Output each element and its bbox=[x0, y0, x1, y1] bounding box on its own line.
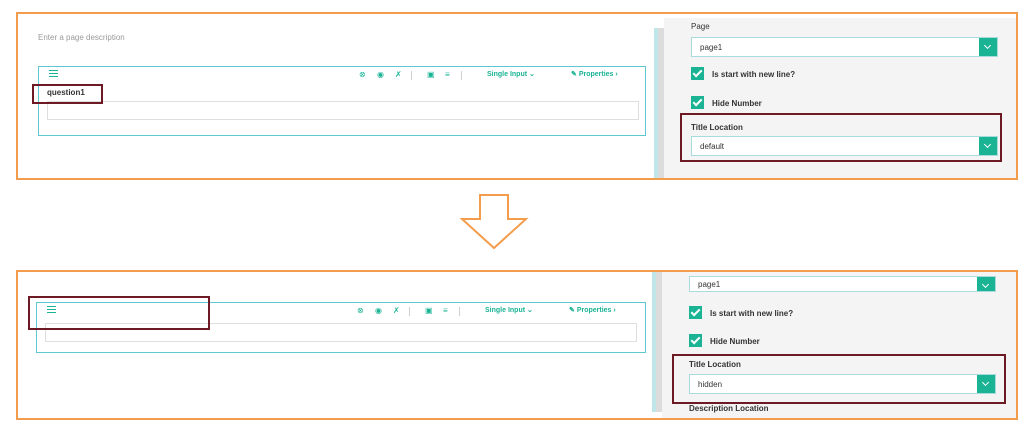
delete-icon[interactable]: ⊗ bbox=[359, 71, 366, 79]
properties-button[interactable]: ✎ Properties › bbox=[569, 306, 616, 314]
required-icon[interactable]: ✗ bbox=[395, 71, 402, 79]
toolbar-separator bbox=[459, 307, 460, 316]
add-to-toolbox-icon[interactable]: ≡ bbox=[443, 307, 448, 315]
chevron-down-icon[interactable] bbox=[979, 38, 997, 56]
answer-input[interactable] bbox=[47, 101, 639, 120]
question-type-dropdown[interactable]: Single Input ⌄ bbox=[487, 70, 535, 78]
start-new-line-label: Is start with new line? bbox=[712, 70, 796, 79]
hide-number-checkbox[interactable] bbox=[691, 96, 704, 109]
chevron-down-icon[interactable] bbox=[977, 277, 995, 291]
page-select[interactable]: page1 bbox=[691, 37, 998, 57]
start-new-line-checkbox[interactable] bbox=[689, 306, 702, 319]
question-card[interactable]: ⊗ ◉ ✗ ▣ ≡ Single Input ⌄ ✎ Properties › … bbox=[38, 66, 646, 136]
start-new-line-label: Is start with new line? bbox=[710, 309, 794, 318]
start-new-line-checkbox[interactable] bbox=[691, 67, 704, 80]
title-location-highlight bbox=[680, 113, 1002, 162]
question-toolbar: ⊗ ◉ ✗ ▣ ≡ Single Input ⌄ ✎ Properties › bbox=[39, 67, 645, 83]
title-location-highlight bbox=[672, 354, 1006, 404]
required-icon[interactable]: ✗ bbox=[393, 307, 400, 315]
page-label: Page bbox=[691, 22, 710, 31]
question-type-dropdown[interactable]: Single Input ⌄ bbox=[485, 306, 533, 314]
hidden-title-highlight bbox=[28, 296, 210, 330]
after-screenshot-panel: ⊗ ◉ ✗ ▣ ≡ Single Input ⌄ ✎ Properties › … bbox=[16, 270, 1018, 420]
toolbar-separator bbox=[411, 71, 412, 80]
add-to-toolbox-icon[interactable]: ≡ bbox=[445, 71, 450, 79]
delete-icon[interactable]: ⊗ bbox=[357, 307, 364, 315]
page-select[interactable]: page1 bbox=[689, 276, 996, 292]
copy-icon[interactable]: ▣ bbox=[425, 307, 433, 315]
hide-number-checkbox[interactable] bbox=[689, 334, 702, 347]
copy-icon[interactable]: ▣ bbox=[427, 71, 435, 79]
before-screenshot-panel: Enter a page description ⊗ ◉ ✗ ▣ ≡ Singl… bbox=[16, 12, 1018, 180]
drag-handle-icon[interactable] bbox=[49, 70, 58, 79]
down-arrow-icon bbox=[459, 194, 529, 250]
toolbar-separator bbox=[461, 71, 462, 80]
hide-number-label: Hide Number bbox=[710, 337, 760, 346]
properties-button[interactable]: ✎ Properties › bbox=[571, 70, 618, 78]
visibility-icon[interactable]: ◉ bbox=[377, 71, 384, 79]
toolbar-separator bbox=[409, 307, 410, 316]
page-description-placeholder[interactable]: Enter a page description bbox=[38, 33, 125, 42]
visibility-icon[interactable]: ◉ bbox=[375, 307, 382, 315]
hide-number-label: Hide Number bbox=[712, 99, 762, 108]
question-title-highlight bbox=[32, 84, 103, 104]
description-location-label: Description Location bbox=[689, 404, 769, 413]
